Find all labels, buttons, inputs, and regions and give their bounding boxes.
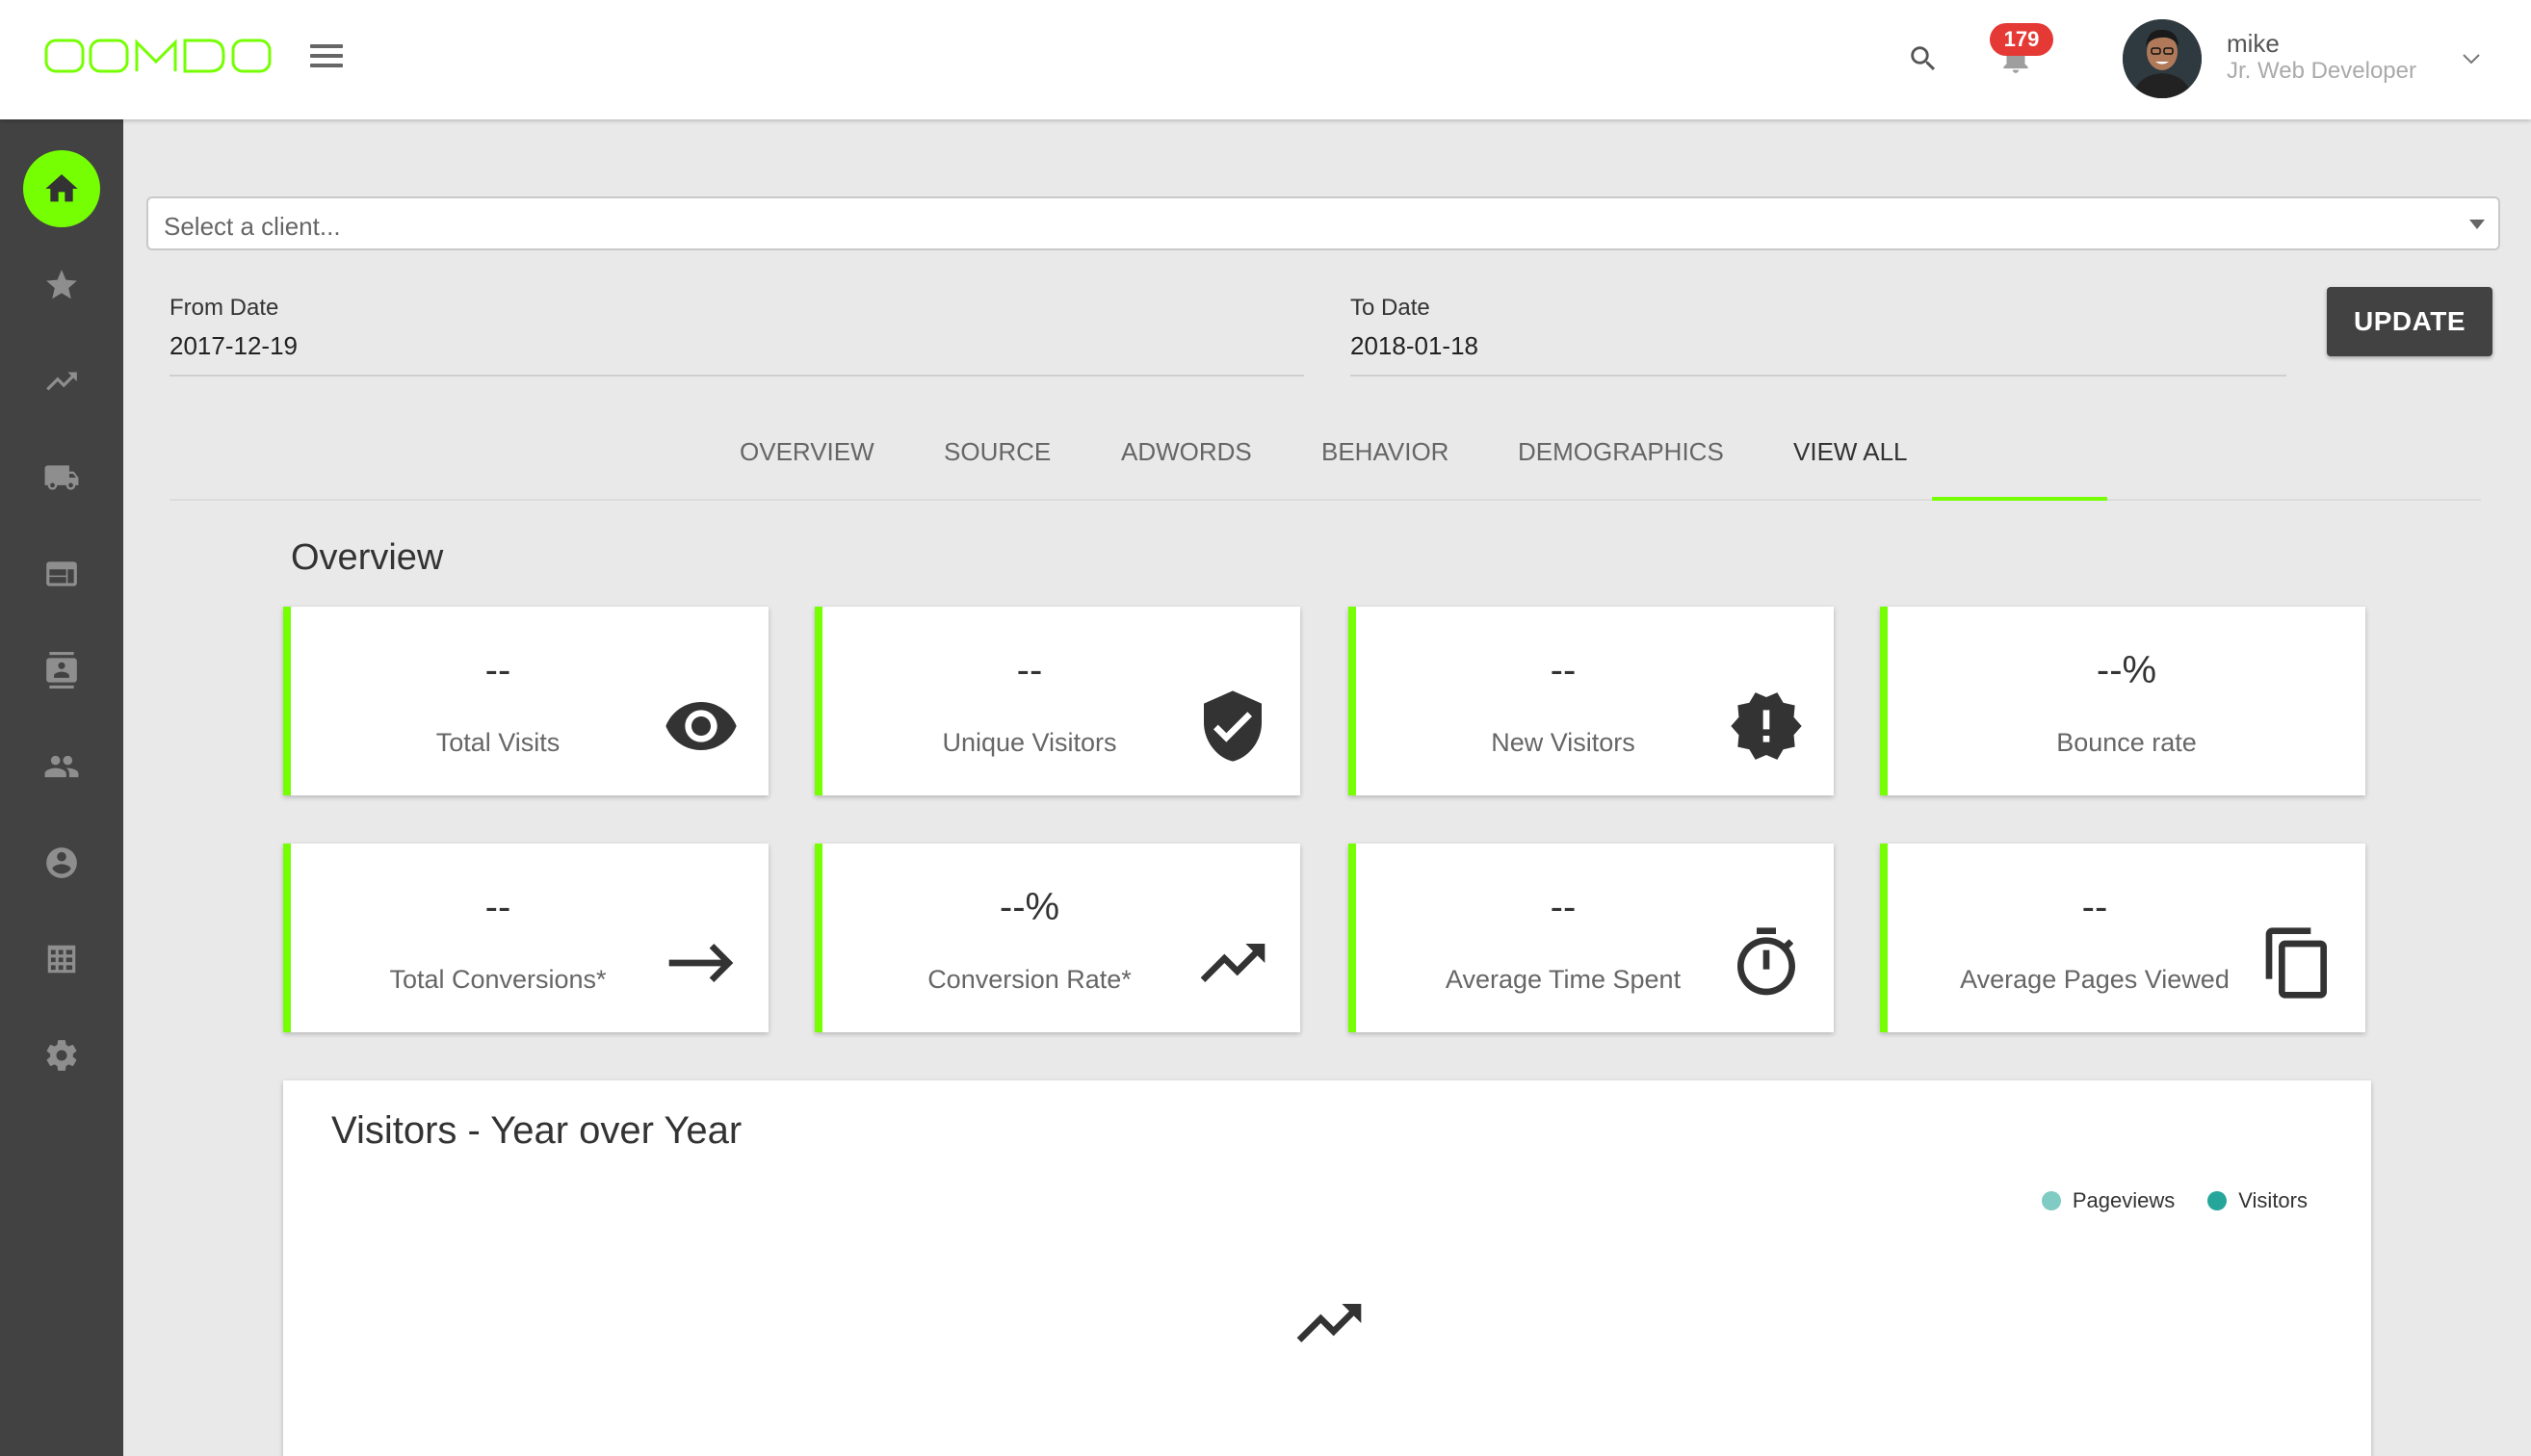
legend-dot: [2207, 1191, 2228, 1210]
metric-card-average-time-spent: -- Average Time Spent: [1348, 844, 1834, 1032]
search-icon[interactable]: [1907, 42, 1940, 75]
report-tabs: OVERVIEW SOURCE ADWORDS BEHAVIOR DEMOGRA…: [170, 424, 2481, 501]
active-tab-indicator: [1932, 497, 2107, 501]
star-icon: [46, 270, 77, 299]
verified-shield-icon: [1194, 688, 1271, 765]
eye-icon: [663, 688, 740, 765]
menu-toggle-button[interactable]: [310, 44, 343, 71]
metric-card-unique-visitors: -- Unique Visitors: [815, 607, 1300, 795]
overview-title: Overview: [291, 537, 444, 578]
tab-adwords[interactable]: ADWORDS: [1121, 437, 1252, 501]
user-avatar[interactable]: [2123, 19, 2202, 98]
metric-label: Average Time Spent: [1445, 965, 1682, 994]
metric-label: Conversion Rate*: [927, 965, 1132, 994]
sidebar-item-settings[interactable]: [23, 1017, 100, 1094]
tab-demographics[interactable]: DEMOGRAPHICS: [1518, 437, 1724, 501]
metric-card-new-visitors: -- New Visitors: [1348, 607, 1834, 795]
people-icon: [44, 755, 79, 778]
metric-label: Bounce rate: [2056, 728, 2197, 757]
legend-dot: [2041, 1191, 2061, 1210]
metric-label: New Visitors: [1491, 728, 1635, 757]
tab-overview[interactable]: OVERVIEW: [740, 437, 874, 501]
contact-card-icon: [46, 652, 77, 689]
copy-pages-icon: [2259, 924, 2336, 1001]
chart-legend: Pageviews Visitors: [2041, 1188, 2308, 1213]
to-date-input[interactable]: [1350, 331, 2286, 377]
from-date-label: From Date: [170, 295, 279, 321]
tab-view-all[interactable]: VIEW ALL: [1793, 437, 1908, 501]
chevron-down-icon[interactable]: [2462, 52, 2481, 65]
alert-badge-icon: [1728, 688, 1805, 765]
metric-value: --: [1016, 649, 1043, 691]
metric-card-total-conversions: -- Total Conversions*: [283, 844, 769, 1032]
metric-value: --%: [2096, 649, 2157, 691]
user-name[interactable]: mike: [2227, 29, 2280, 59]
metric-value: --: [2081, 886, 2108, 928]
trending-up-icon: [1194, 924, 1271, 1001]
legend-item-visitors[interactable]: Visitors: [2207, 1188, 2308, 1213]
metric-value: --: [1550, 649, 1577, 691]
from-date-input[interactable]: [170, 331, 1304, 377]
sidebar-item-tables[interactable]: [23, 921, 100, 998]
visitors-yoy-panel: Visitors - Year over Year Pageviews Visi…: [283, 1080, 2371, 1456]
top-bar: 179 mike Jr. Web Developer: [0, 0, 2531, 119]
timer-icon: [1728, 924, 1805, 1001]
oomdo-logo[interactable]: [44, 37, 272, 75]
hamburger-line: [310, 44, 343, 48]
metric-label: Average Pages Viewed: [1960, 965, 2230, 994]
metric-value: --: [1550, 886, 1577, 928]
web-icon: [46, 561, 77, 586]
sidebar-item-contacts[interactable]: [23, 632, 100, 709]
home-icon: [45, 174, 78, 202]
metric-label: Total Conversions*: [389, 965, 607, 994]
notification-count-badge[interactable]: 179: [1990, 23, 2053, 56]
to-date-label: To Date: [1350, 295, 1430, 321]
client-select[interactable]: Select a client...: [146, 196, 2500, 250]
legend-item-pageviews[interactable]: Pageviews: [2041, 1188, 2176, 1213]
metric-card-total-visits: -- Total Visits: [283, 607, 769, 795]
gear-icon: [46, 1040, 77, 1071]
sidebar-item-home[interactable]: [23, 150, 100, 227]
table-grid-icon: [47, 945, 76, 974]
sidebar-item-analytics[interactable]: [23, 343, 100, 420]
sidebar-item-shipping[interactable]: [23, 439, 100, 516]
metric-value: --%: [999, 886, 1060, 928]
panel-title: Visitors - Year over Year: [331, 1109, 743, 1152]
user-role: Jr. Web Developer: [2227, 58, 2416, 84]
metric-card-bounce-rate: --% Bounce rate: [1880, 607, 2365, 795]
client-select-placeholder: Select a client...: [164, 212, 341, 241]
metric-label: Total Visits: [435, 728, 561, 757]
truck-icon: [44, 465, 79, 490]
hamburger-line: [310, 54, 343, 58]
legend-label: Pageviews: [2072, 1188, 2176, 1212]
sidebar-item-web[interactable]: [23, 535, 100, 612]
legend-label: Visitors: [2238, 1188, 2308, 1212]
metric-value: --: [484, 649, 511, 691]
metric-label: Unique Visitors: [942, 728, 1117, 757]
sidebar-item-account[interactable]: [23, 824, 100, 901]
hamburger-line: [310, 64, 343, 67]
tab-source[interactable]: SOURCE: [944, 437, 1051, 501]
trending-up-icon: [46, 372, 77, 391]
metric-card-average-pages-viewed: -- Average Pages Viewed: [1880, 844, 2365, 1032]
dropdown-caret-icon: [2469, 220, 2485, 229]
tab-behavior[interactable]: BEHAVIOR: [1321, 437, 1448, 501]
account-circle-icon: [46, 847, 77, 878]
sidebar: [0, 119, 123, 1456]
metric-card-conversion-rate: --% Conversion Rate*: [815, 844, 1300, 1032]
metric-value: --: [484, 886, 511, 928]
update-button[interactable]: UPDATE: [2327, 287, 2492, 356]
sidebar-item-users[interactable]: [23, 728, 100, 805]
sidebar-item-favorites[interactable]: [23, 247, 100, 324]
arrow-right-icon: [663, 924, 740, 1001]
trending-up-icon: [1291, 1285, 1368, 1362]
